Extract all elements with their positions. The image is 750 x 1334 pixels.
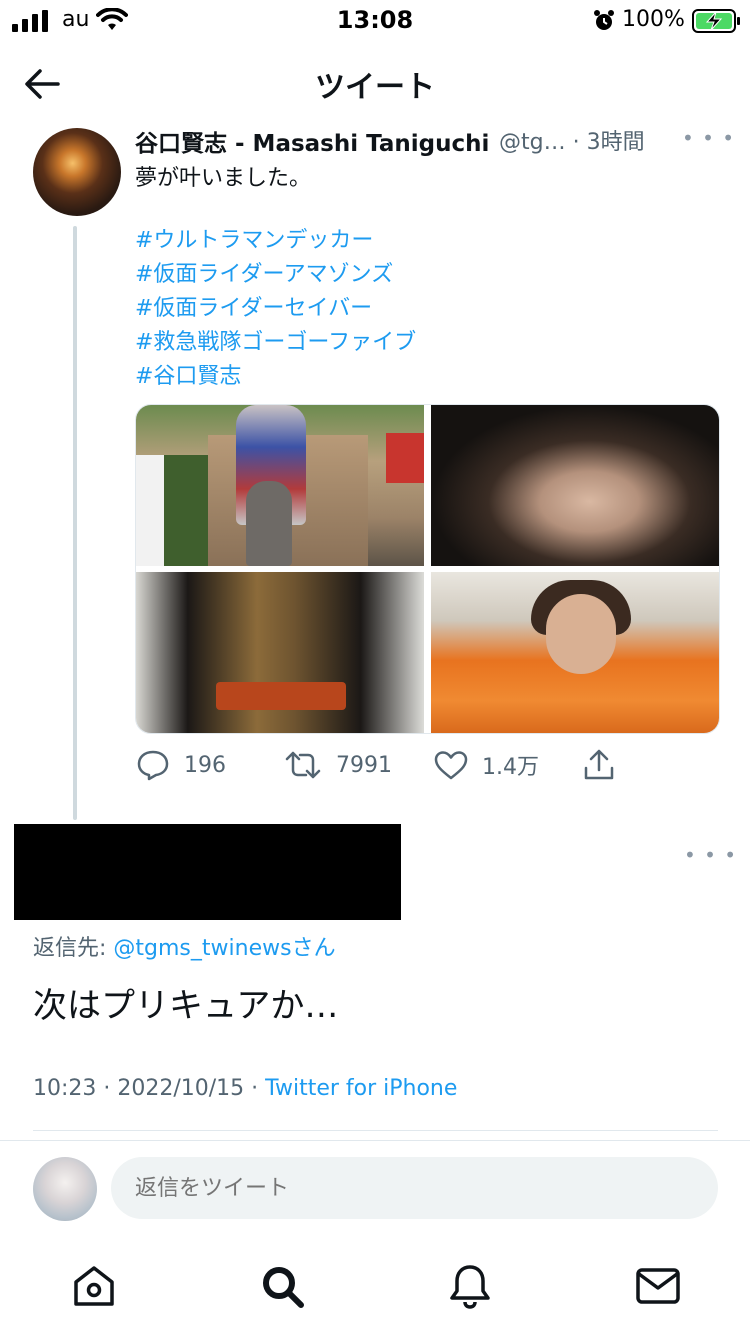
hashtag-link[interactable]: #谷口賢志 [135,360,416,394]
reply-text: 次はプリキュアか… [33,986,339,1026]
tweet-meta: 10:23 · 2022/10/15 · Twitter for iPhone [33,1076,457,1101]
reply-to-suffix: さん [291,936,336,961]
share-button[interactable] [582,748,616,782]
divider [33,1130,718,1131]
alarm-icon [594,10,614,30]
hashtag-link[interactable]: #仮面ライダーアマゾンズ [135,258,416,292]
timestamp: 10:23 · 2022/10/15 · [33,1076,266,1101]
redacted-author-block [14,824,401,920]
media-photo-1[interactable] [136,405,424,566]
reply-to-mention[interactable]: @tgms_twinews [113,936,291,961]
heart-icon [434,751,468,780]
retweet-icon [285,751,321,779]
reply-to-line: 返信先: @tgms_twinewsさん [33,930,336,962]
hashtag-link[interactable]: #仮面ライダーセイバー [135,292,416,326]
retweet-button[interactable]: 7991 [284,748,392,782]
reply-to-label: 返信先: [33,936,114,961]
like-count: 1.4万 [482,755,539,780]
hashtag-link[interactable]: #救急戦隊ゴーゴーファイブ [135,326,416,360]
more-options-icon[interactable]: • • • [682,126,735,150]
reply-button[interactable]: 196 [136,748,226,782]
media-photo-4[interactable] [431,572,719,733]
author-name[interactable]: 谷口賢志 - Masashi Taniguchi [135,124,489,158]
reply-count: 196 [184,752,226,778]
user-avatar[interactable] [33,1157,97,1221]
media-grid [135,404,720,734]
status-bar: au 13:08 100% [0,0,750,44]
retweet-count: 7991 [336,752,392,778]
messages-icon[interactable] [634,1262,682,1310]
source-link[interactable]: Twitter for iPhone [265,1076,457,1101]
like-button[interactable]: 1.4万 [434,748,539,782]
more-options-icon[interactable]: • • • [684,843,737,867]
reply-input[interactable] [111,1157,718,1219]
home-icon[interactable] [70,1262,118,1310]
divider [0,1140,750,1141]
tweet-text: 夢が叶いました。 [135,166,312,191]
reply-icon [137,750,169,781]
search-icon[interactable] [258,1262,306,1310]
media-photo-3[interactable] [136,572,424,733]
thread-connector [73,226,77,820]
hashtag-link[interactable]: #ウルトラマンデッカー [135,224,416,258]
notifications-icon[interactable] [446,1262,494,1310]
battery-percent: 100% [622,7,685,32]
battery-charging-icon [692,9,740,33]
media-photo-2[interactable] [431,405,719,566]
share-icon [584,749,614,780]
hashtag-list: #ウルトラマンデッカー #仮面ライダーアマゾンズ #仮面ライダーセイバー #救急… [135,224,416,394]
author-avatar[interactable] [33,128,121,216]
author-handle-time[interactable]: @tg… · 3時間 [499,124,645,156]
page-title: ツイート [315,70,435,105]
